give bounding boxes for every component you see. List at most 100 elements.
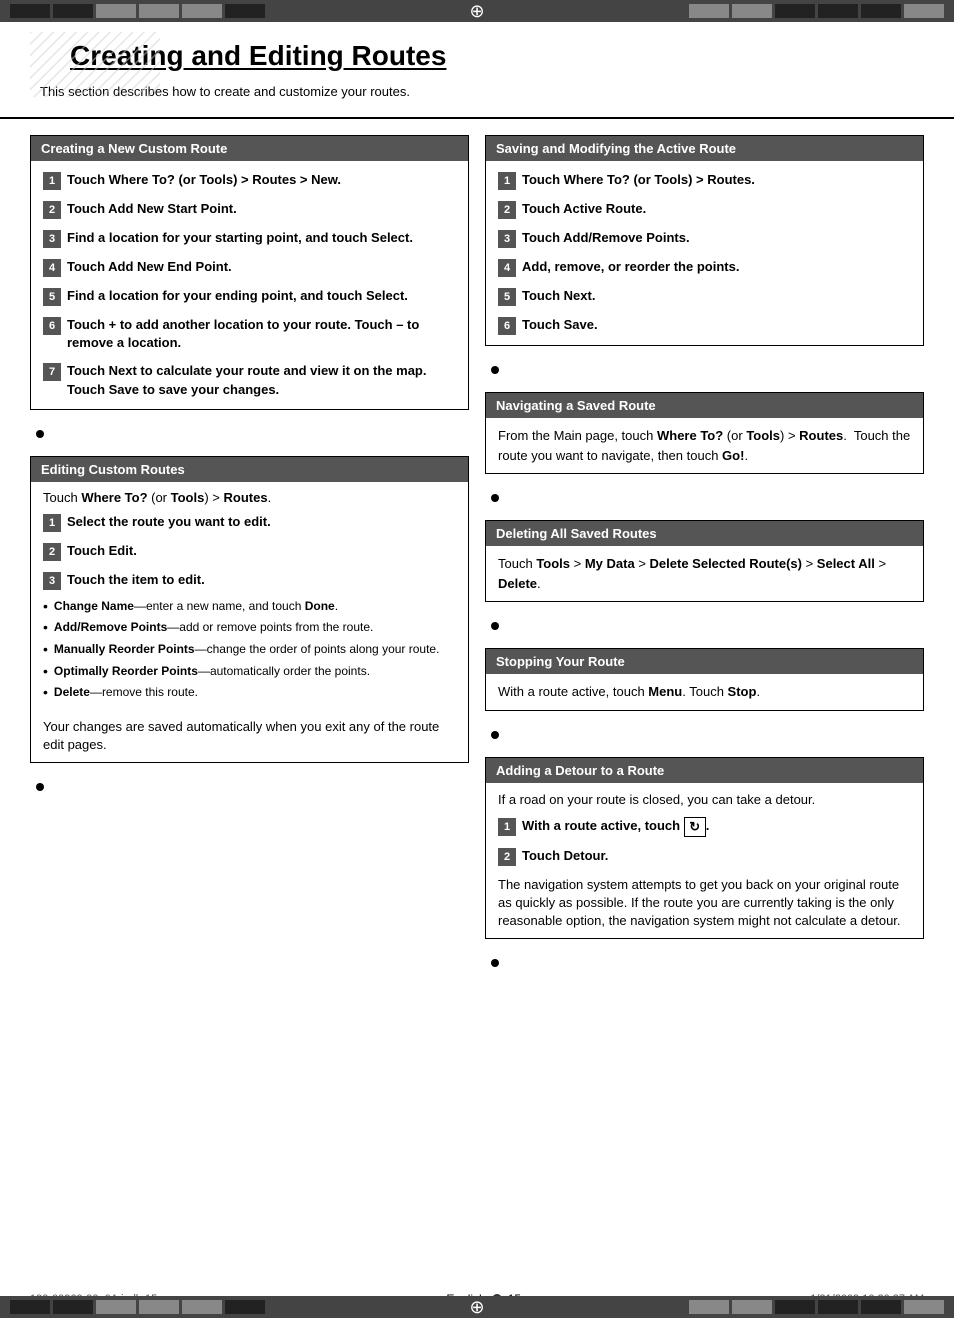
bar-seg-5 <box>182 4 222 18</box>
saving-step-num-5: 5 <box>498 288 516 306</box>
saving-step-num-4: 4 <box>498 259 516 277</box>
detour-step-text-2: Touch Detour. <box>522 847 608 865</box>
step-num-5: 5 <box>43 288 61 306</box>
main-content: Creating a New Custom Route 1 Touch Wher… <box>0 119 954 987</box>
deleting-section-body: Touch Tools > My Data > Delete Selected … <box>486 546 923 601</box>
edit-bullet-list: Change Name—enter a new name, and touch … <box>31 594 468 714</box>
step-text-4: Touch Add New End Point. <box>67 258 232 276</box>
bullet-text-1: Change Name—enter a new name, and touch … <box>54 598 338 615</box>
create-section-header: Creating a New Custom Route <box>31 136 468 161</box>
detour-section-header: Adding a Detour to a Route <box>486 758 923 783</box>
detour-section: Adding a Detour to a Route If a road on … <box>485 757 924 940</box>
bullet-text-2: Add/Remove Points—add or remove points f… <box>54 619 373 636</box>
saving-step-text-3: Touch Add/Remove Points. <box>522 229 690 247</box>
bottom-bar-right-segments <box>689 1300 944 1314</box>
step-num-7: 7 <box>43 363 61 381</box>
stopping-section: Stopping Your Route With a route active,… <box>485 648 924 711</box>
detour-step-2: 2 Touch Detour. <box>498 847 911 866</box>
step-num-4: 4 <box>43 259 61 277</box>
bullet-text-5: Delete—remove this route. <box>54 684 198 701</box>
bar-seg-r1 <box>689 4 729 18</box>
step-num-2: 2 <box>43 201 61 219</box>
bar-seg-6 <box>225 4 265 18</box>
bar-seg-3 <box>96 4 136 18</box>
create-section-body: 1 Touch Where To? (or Tools) > Routes > … <box>31 161 468 409</box>
saving-step-5: 5 Touch Next. <box>498 287 911 306</box>
right-column: Saving and Modifying the Active Route 1 … <box>485 135 924 971</box>
left-column: Creating a New Custom Route 1 Touch Wher… <box>30 135 469 971</box>
bullet-dot-4 <box>491 494 499 502</box>
bar-seg-r5 <box>861 4 901 18</box>
bot-seg-r1 <box>689 1300 729 1314</box>
bullet-dot-5 <box>491 622 499 630</box>
saving-step-4: 4 Add, remove, or reorder the points. <box>498 258 911 277</box>
bullet-delete: Delete—remove this route. <box>43 684 456 703</box>
step-text-1: Touch Where To? (or Tools) > Routes > Ne… <box>67 171 341 189</box>
bottom-bar-left-segments <box>10 1300 265 1314</box>
bottom-decorative-bar <box>0 1296 954 1318</box>
bullet-dot-1 <box>36 430 44 438</box>
saving-step-num-2: 2 <box>498 201 516 219</box>
bot-seg-4 <box>139 1300 179 1314</box>
edit-step-2: 2 Touch Edit. <box>43 542 456 561</box>
step-text-2: Touch Add New Start Point. <box>67 200 237 218</box>
saving-step-1: 1 Touch Where To? (or Tools) > Routes. <box>498 171 911 190</box>
saving-step-6: 6 Touch Save. <box>498 316 911 335</box>
saving-section-body: 1 Touch Where To? (or Tools) > Routes. 2… <box>486 161 923 345</box>
bar-seg-r6 <box>904 4 944 18</box>
create-step-1: 1 Touch Where To? (or Tools) > Routes > … <box>43 171 456 190</box>
page-title: Creating and Editing Routes <box>70 40 914 76</box>
create-step-4: 4 Touch Add New End Point. <box>43 258 456 277</box>
create-step-2: 2 Touch Add New Start Point. <box>43 200 456 219</box>
saving-step-text-4: Add, remove, or reorder the points. <box>522 258 739 276</box>
bot-seg-1 <box>10 1300 50 1314</box>
edit-step-3: 3 Touch the item to edit. <box>43 571 456 590</box>
bot-seg-6 <box>225 1300 265 1314</box>
create-step-7: 7 Touch Next to calculate your route and… <box>43 362 456 398</box>
bullet-change-name: Change Name—enter a new name, and touch … <box>43 598 456 617</box>
bullet-manually-reorder: Manually Reorder Points—change the order… <box>43 641 456 660</box>
detour-step-num-1: 1 <box>498 818 516 836</box>
step-num-6: 6 <box>43 317 61 335</box>
diagonal-decoration <box>30 32 160 97</box>
bot-seg-2 <box>53 1300 93 1314</box>
bullet-dot-3 <box>491 366 499 374</box>
bot-seg-r4 <box>818 1300 858 1314</box>
bottom-crosshair-icon <box>466 1296 488 1318</box>
subtitle: This section describes how to create and… <box>40 84 914 99</box>
bullet-dot-6 <box>491 731 499 739</box>
detour-step-1: 1 With a route active, touch ↻. <box>498 817 911 837</box>
step-num-3: 3 <box>43 230 61 248</box>
edit-custom-routes-section: Editing Custom Routes Touch Where To? (o… <box>30 456 469 763</box>
create-step-6: 6 Touch + to add another location to you… <box>43 316 456 352</box>
create-custom-route-section: Creating a New Custom Route 1 Touch Wher… <box>30 135 469 410</box>
step-text-6: Touch + to add another location to your … <box>67 316 456 352</box>
detour-section-body: If a road on your route is closed, you c… <box>486 783 923 939</box>
edit-section-header: Editing Custom Routes <box>31 457 468 482</box>
detour-step-num-2: 2 <box>498 848 516 866</box>
edit-step-text-3: Touch the item to edit. <box>67 571 205 589</box>
saving-step-text-6: Touch Save. <box>522 316 598 334</box>
step-text-7: Touch Next to calculate your route and v… <box>67 362 456 398</box>
step-text-5: Find a location for your ending point, a… <box>67 287 408 305</box>
top-bar-left-segments <box>10 4 265 18</box>
saving-step-text-1: Touch Where To? (or Tools) > Routes. <box>522 171 755 189</box>
edit-step-num-1: 1 <box>43 514 61 532</box>
saving-step-text-5: Touch Next. <box>522 287 595 305</box>
bullet-dot-7 <box>491 959 499 967</box>
bot-seg-r3 <box>775 1300 815 1314</box>
create-step-3: 3 Find a location for your starting poin… <box>43 229 456 248</box>
detour-intro: If a road on your route is closed, you c… <box>498 791 911 809</box>
detour-closing-text: The navigation system attempts to get yo… <box>498 876 911 931</box>
top-bar-right-segments <box>689 4 944 18</box>
bot-seg-r2 <box>732 1300 772 1314</box>
bot-seg-5 <box>182 1300 222 1314</box>
bot-seg-r6 <box>904 1300 944 1314</box>
saving-section: Saving and Modifying the Active Route 1 … <box>485 135 924 346</box>
bullet-optimally-reorder: Optimally Reorder Points—automatically o… <box>43 663 456 682</box>
bullet-dot-2 <box>36 783 44 791</box>
top-crosshair-icon <box>466 0 488 22</box>
top-decorative-bar <box>0 0 954 22</box>
deleting-section: Deleting All Saved Routes Touch Tools > … <box>485 520 924 602</box>
bar-seg-r2 <box>732 4 772 18</box>
